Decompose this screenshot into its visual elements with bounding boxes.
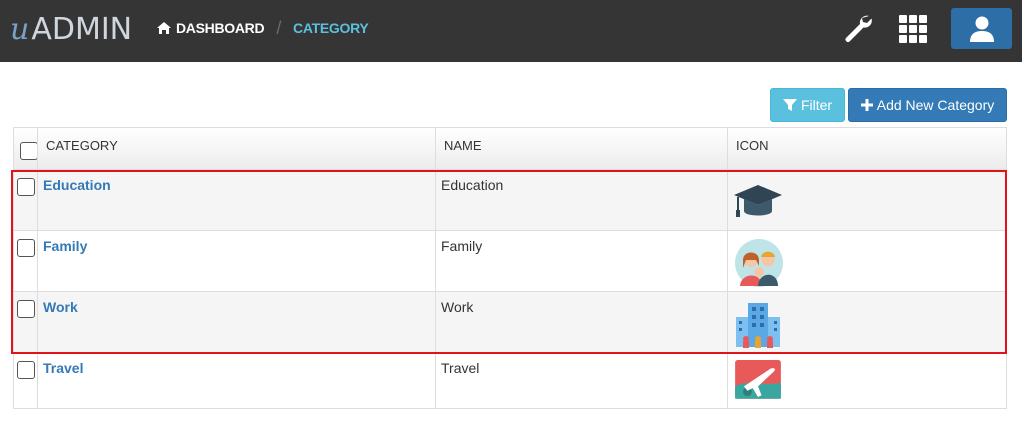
column-divider (435, 127, 436, 409)
table-row: Education Education (13, 170, 1007, 231)
graduation-cap-icon (734, 185, 782, 217)
column-header-icon[interactable]: ICON (736, 128, 769, 169)
logo-mark: u (10, 12, 30, 47)
name-cell: Work (441, 299, 474, 315)
breadcrumb: DASHBOARD / CATEGORY (156, 17, 369, 38)
breadcrumb-current: CATEGORY (293, 20, 369, 36)
breadcrumb-dashboard[interactable]: DASHBOARD (156, 20, 265, 36)
table-row: Travel Travel (13, 353, 1007, 409)
column-divider (727, 127, 728, 409)
filter-button-label: Filter (800, 97, 833, 113)
category-link[interactable]: Education (43, 177, 111, 193)
add-new-category-button[interactable]: Add New Category (848, 88, 1007, 122)
category-link[interactable]: Work (43, 299, 78, 315)
row-checkbox[interactable] (17, 300, 35, 318)
plus-icon (860, 99, 873, 111)
office-building-icon (736, 303, 780, 348)
column-header-name[interactable]: NAME (444, 128, 482, 169)
name-cell: Family (441, 238, 483, 254)
table-row: Family Family (13, 231, 1007, 292)
filter-button[interactable]: Filter (770, 88, 845, 122)
category-link[interactable]: Travel (43, 360, 83, 376)
home-icon (157, 22, 171, 34)
select-all-checkbox[interactable] (20, 142, 38, 160)
app-logo[interactable]: u ADMIN (10, 12, 132, 47)
user-icon (969, 16, 994, 42)
user-menu-button[interactable] (951, 8, 1012, 49)
table-header: CATEGORY NAME ICON (13, 127, 1007, 170)
category-link[interactable]: Family (43, 238, 87, 254)
wrench-icon[interactable] (842, 12, 874, 44)
apps-grid-icon[interactable] (898, 14, 928, 44)
add-new-category-label: Add New Category (876, 97, 995, 113)
column-divider (37, 127, 38, 409)
row-checkbox[interactable] (17, 239, 35, 257)
breadcrumb-dashboard-label: DASHBOARD (176, 20, 265, 36)
row-checkbox[interactable] (17, 178, 35, 196)
breadcrumb-separator: / (276, 17, 282, 38)
airplane-icon (735, 360, 781, 399)
filter-icon (782, 99, 797, 111)
logo-text: ADMIN (31, 12, 133, 47)
column-header-category[interactable]: CATEGORY (46, 128, 118, 169)
family-icon (735, 239, 783, 287)
name-cell: Travel (441, 360, 480, 376)
top-navbar: u ADMIN DASHBOARD / CATEGORY (0, 0, 1022, 62)
name-cell: Education (441, 177, 504, 193)
row-checkbox[interactable] (17, 361, 35, 379)
table-row: Work Work (13, 292, 1007, 353)
